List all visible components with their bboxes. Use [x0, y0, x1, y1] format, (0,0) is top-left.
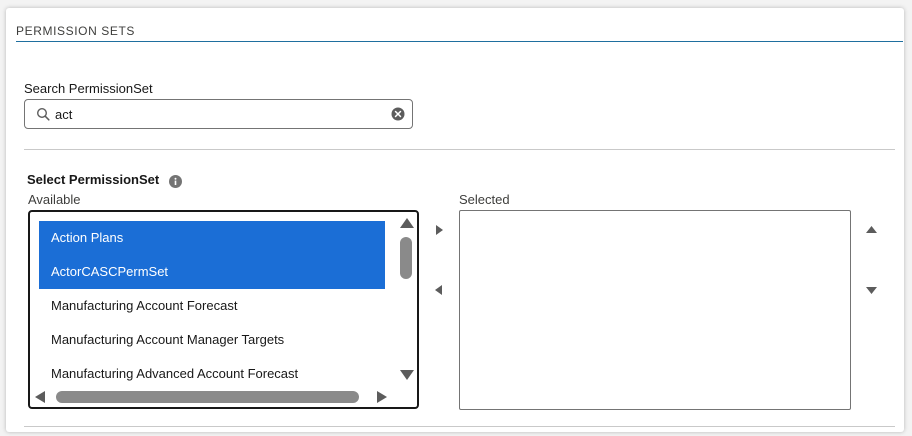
- list-item-actorcascpermset[interactable]: ActorCASCPermSet: [39, 255, 385, 289]
- scroll-up-arrow-icon[interactable]: [399, 217, 415, 229]
- info-icon[interactable]: [169, 175, 182, 188]
- section-divider: [24, 149, 895, 150]
- search-input[interactable]: [55, 104, 385, 124]
- search-icon: [36, 107, 50, 121]
- horizontal-scrollbar-thumb[interactable]: [56, 391, 359, 403]
- selected-label: Selected: [459, 192, 510, 207]
- scroll-right-arrow-icon[interactable]: [376, 390, 388, 404]
- move-to-selected-button[interactable]: [431, 222, 447, 238]
- move-up-button[interactable]: [863, 222, 879, 238]
- search-label: Search PermissionSet: [24, 81, 153, 96]
- caret-up-icon: [865, 226, 877, 233]
- vertical-scrollbar-thumb[interactable]: [400, 237, 412, 279]
- permission-sets-card: PERMISSION SETS Search PermissionSet Sel…: [6, 8, 904, 432]
- selected-listbox[interactable]: [459, 210, 851, 410]
- move-to-available-button[interactable]: [431, 282, 447, 298]
- list-item-manufacturing-advanced-account-forecast[interactable]: Manufacturing Advanced Account Forecast: [39, 357, 385, 391]
- list-item-action-plans[interactable]: Action Plans: [39, 221, 385, 255]
- dual-listbox-title: Select PermissionSet: [27, 172, 160, 187]
- clear-icon[interactable]: [391, 107, 405, 121]
- caret-down-icon: [865, 287, 877, 294]
- bottom-divider: [24, 426, 895, 427]
- available-listbox[interactable]: Action Plans ActorCASCPermSet Manufactur…: [28, 210, 419, 409]
- scroll-down-arrow-icon[interactable]: [399, 369, 415, 381]
- list-item-manufacturing-account-forecast[interactable]: Manufacturing Account Forecast: [39, 289, 385, 323]
- list-item-manufacturing-account-manager-targets[interactable]: Manufacturing Account Manager Targets: [39, 323, 385, 357]
- caret-left-icon: [435, 285, 442, 295]
- move-down-button[interactable]: [863, 282, 879, 298]
- search-field[interactable]: [24, 99, 413, 129]
- caret-right-icon: [436, 225, 443, 235]
- available-label: Available: [28, 192, 81, 207]
- scroll-left-arrow-icon[interactable]: [34, 390, 46, 404]
- section-title: PERMISSION SETS: [16, 24, 136, 38]
- section-title-underline: [16, 41, 903, 42]
